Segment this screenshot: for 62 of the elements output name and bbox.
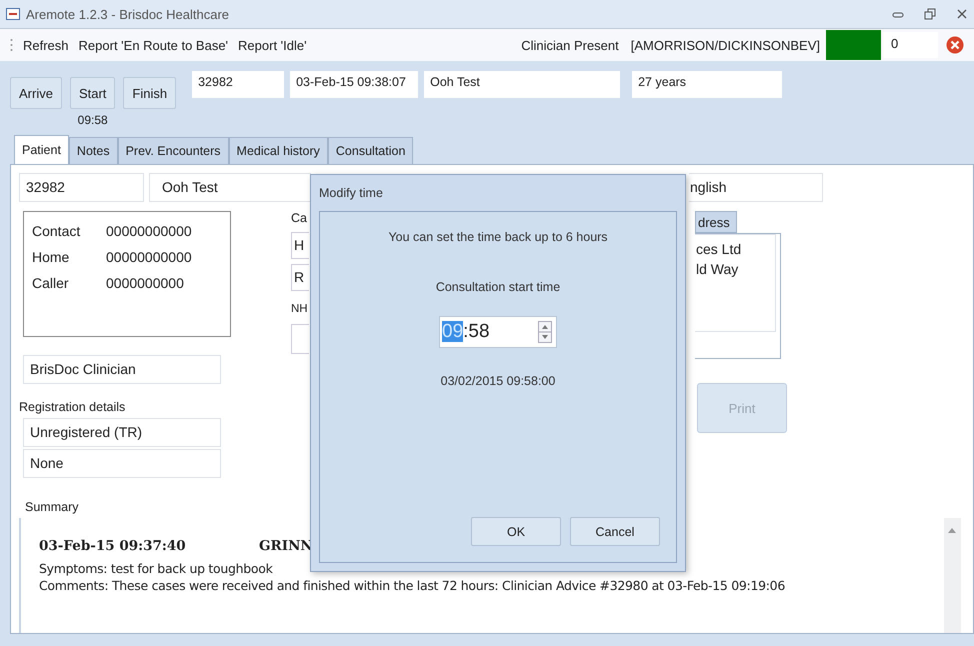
input-field[interactable]: R [291, 264, 309, 291]
resulting-datetime: 03/02/2015 09:58:00 [440, 374, 556, 388]
summary-label: Summary [25, 500, 80, 514]
dialog-button[interactable]: Cancel [570, 517, 660, 546]
restore-icon[interactable] [924, 8, 936, 20]
action-button[interactable]: Start [70, 77, 116, 109]
counter-field: 0 [883, 32, 938, 58]
dialog-button[interactable]: OK [471, 517, 561, 546]
field-label: Ca [291, 211, 307, 227]
header-field: 03-Feb-15 09:38:07 [290, 71, 418, 98]
spinner-arrows-icon[interactable] [538, 321, 552, 343]
registration-field[interactable]: None [23, 449, 221, 478]
time-label: Consultation start time [436, 280, 560, 294]
registration-label: Registration details [19, 400, 126, 414]
scrollbar[interactable] [944, 518, 961, 633]
grip-icon [10, 38, 13, 52]
summary-line: Comments: These cases were received and finished within the last 72 hours: Clinician Advice #32980 at 03-Feb-15 09:19:06 [39, 577, 786, 594]
input-field[interactable] [291, 324, 309, 354]
contact-label: Caller [32, 275, 70, 291]
address-line: ces Ltd [696, 240, 742, 259]
status-label: Clinician Present [521, 38, 619, 52]
action-button[interactable]: Arrive [10, 77, 62, 109]
tab[interactable]: Medical history [228, 137, 328, 164]
contact-label: Home [32, 249, 70, 265]
tab[interactable]: Notes [68, 137, 118, 164]
patient-id-field[interactable]: 32982 [19, 173, 144, 202]
contact-number: 00000000000 [106, 223, 192, 239]
contact-number: 00000000000 [106, 249, 192, 265]
address-line: ld Way [696, 260, 740, 279]
close-icon[interactable] [946, 36, 964, 54]
dialog-message: You can set the time back up to 6 hours [388, 230, 608, 244]
input-field[interactable]: H [291, 232, 309, 259]
time-spinner[interactable]: 09:58 [439, 316, 557, 348]
clinician-field[interactable]: BrisDoc Clinician [23, 355, 221, 384]
window-title: Aremote 1.2.3 - Brisdoc Healthcare [26, 6, 230, 22]
header-field: 27 years [632, 71, 782, 98]
dialog-title: Modify time [319, 185, 384, 202]
summary-author: GRINN [259, 538, 313, 554]
patient-name-field[interactable]: Ooh Test [149, 173, 311, 202]
tab[interactable]: Prev. Encounters [118, 137, 229, 164]
toolbar-button[interactable]: Refresh [19, 38, 73, 52]
contact-number: 0000000000 [106, 275, 184, 291]
clinician-names: [AMORRISON/DICKINSONBEV] [630, 38, 820, 52]
field-label: NH [291, 303, 308, 317]
status-indicator [826, 30, 881, 60]
tab[interactable]: Patient [14, 135, 69, 164]
scroll-up-icon[interactable] [948, 528, 956, 533]
tab[interactable]: Consultation [328, 137, 414, 164]
close-icon[interactable] [956, 8, 968, 20]
action-button[interactable]: Finish [123, 77, 176, 109]
language-field[interactable]: nglish [689, 173, 823, 202]
header-field: 32982 [192, 71, 284, 98]
app-icon [6, 8, 20, 20]
summary-timestamp: 03-Feb-15 09:37:40 [39, 538, 187, 554]
start-time: 09:58 [78, 113, 108, 127]
toolbar-button[interactable]: Report 'Idle' [234, 38, 311, 52]
header-field: Ooh Test [424, 71, 620, 98]
registration-field[interactable]: Unregistered (TR) [23, 418, 221, 447]
contact-label: Contact [32, 223, 82, 239]
toolbar-button[interactable]: Report 'En Route to Base' [74, 38, 232, 52]
summary-line: Symptoms: test for back up toughbook [39, 560, 274, 577]
address-tab[interactable]: dress [695, 211, 737, 233]
